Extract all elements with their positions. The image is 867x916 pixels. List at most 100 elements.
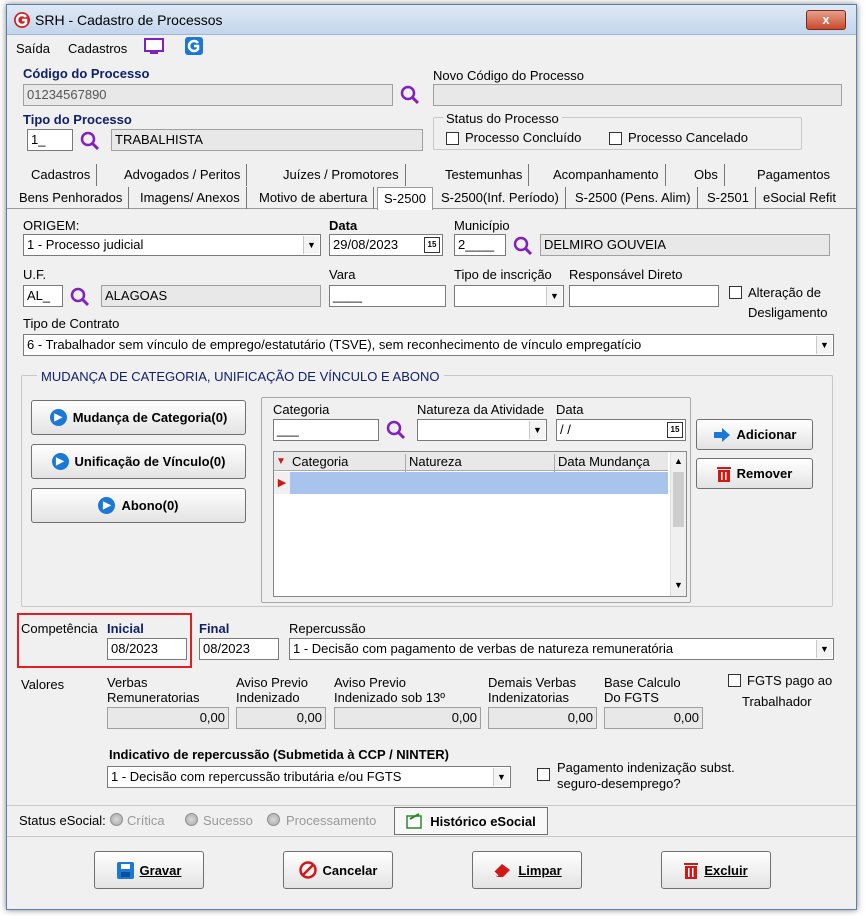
cancelar-button[interactable]: Cancelar (283, 851, 393, 889)
mudanca-data-label: Data (556, 402, 584, 417)
categoria-input[interactable]: ___ (273, 419, 379, 441)
calendar-icon[interactable]: 15 (424, 237, 440, 253)
search-icon[interactable] (399, 84, 421, 106)
search-icon[interactable] (385, 419, 407, 441)
grid-header-categoria[interactable]: Categoria (292, 454, 348, 469)
excluir-button[interactable]: Excluir (661, 851, 771, 889)
tab-bens-penhorados[interactable]: Bens Penhorados (13, 187, 130, 209)
scroll-up-icon[interactable]: ▲ (674, 456, 683, 466)
menu-saida[interactable]: Saída (16, 41, 50, 56)
natureza-atividade-select[interactable]: ▼ (417, 419, 547, 441)
tab-motivo-abertura[interactable]: Motivo de abertura (253, 187, 375, 209)
final-input[interactable]: 08/2023 (199, 638, 279, 660)
vara-input[interactable]: ____ (329, 285, 446, 307)
sucesso-radio[interactable] (185, 813, 198, 826)
codigo-input[interactable]: 01234567890 (23, 84, 393, 106)
status-esocial-label: Status eSocial: (19, 813, 106, 828)
historico-esocial-button[interactable]: Histórico eSocial (394, 807, 548, 835)
repercussao-value: 1 - Decisão com pagamento de verbas de n… (293, 641, 674, 656)
tipo-processo-code[interactable]: 1_ (27, 129, 73, 151)
tab-esocial-refit[interactable]: eSocial Refit (757, 187, 842, 209)
unificacao-vinculo-button[interactable]: ▶ Unificação de Vínculo(0) (31, 444, 246, 479)
excluir-label: Excluir (704, 862, 748, 878)
data-label: Data (329, 218, 358, 233)
fgts-pago-checkbox[interactable] (728, 674, 741, 687)
abono-label: Abono(0) (121, 498, 179, 513)
origem-select[interactable]: 1 - Processo judicial ▼ (23, 234, 321, 256)
municipio-code[interactable]: 2____ (454, 234, 506, 256)
monitor-icon[interactable] (144, 38, 164, 56)
remover-button[interactable]: Remover (696, 458, 813, 489)
tab-obs[interactable]: Obs (688, 164, 725, 186)
uf-code[interactable]: AL_ (23, 285, 63, 307)
calendar-icon[interactable]: 15 (667, 422, 683, 438)
tab-testemunhas[interactable]: Testemunhas (439, 164, 530, 186)
app-g-icon[interactable] (185, 37, 203, 55)
inicial-input[interactable]: 08/2023 (107, 638, 187, 660)
mudanca-grid[interactable]: ▼ Categoria Natureza Data Mundança ▶ ▲ ▼ (273, 451, 687, 597)
alteracao-desligamento-checkbox[interactable] (729, 286, 742, 299)
categoria-label: Categoria (273, 402, 330, 417)
mudanca-data-input[interactable]: / / 15 (556, 419, 686, 441)
chevron-down-icon: ▼ (816, 640, 832, 658)
processo-concluido-checkbox[interactable] (446, 132, 459, 145)
tab-s2500-pens-alim[interactable]: S-2500 (Pens. Alim) (569, 187, 698, 209)
remover-label: Remover (736, 466, 793, 481)
alteracao-label-2: Desligamento (748, 305, 828, 320)
mudanca-data-value: / / (560, 422, 571, 437)
title-bar: SRH - Cadastro de Processos x (7, 5, 856, 35)
processo-cancelado-checkbox[interactable] (609, 132, 622, 145)
scroll-down-icon[interactable]: ▼ (674, 580, 683, 590)
search-icon[interactable] (69, 286, 91, 308)
aviso-previo-13-input[interactable]: 0,00 (334, 707, 481, 729)
abono-button[interactable]: ▶ Abono(0) (31, 488, 246, 523)
trash-icon (716, 466, 731, 482)
base-calculo-input[interactable]: 0,00 (604, 707, 703, 729)
demais-verbas-l1: Demais Verbas (488, 675, 577, 690)
data-input[interactable]: 29/08/2023 15 (329, 234, 443, 256)
processamento-radio[interactable] (267, 813, 280, 826)
responsavel-input[interactable] (569, 285, 719, 307)
competencia-label: Competência (21, 621, 98, 636)
tab-acompanhamento[interactable]: Acompanhamento (547, 164, 666, 186)
tipo-contrato-select[interactable]: 6 - Trabalhador sem vínculo de emprego/e… (23, 334, 834, 356)
chevron-down-icon: ▼ (546, 287, 562, 305)
tab-juizes[interactable]: Juízes / Promotores (277, 164, 406, 186)
menu-cadastros[interactable]: Cadastros (68, 41, 127, 56)
grid-selected-row[interactable]: ▶ (274, 472, 668, 494)
grid-header-data[interactable]: Data Mundança (554, 454, 650, 473)
scroll-thumb[interactable] (673, 472, 684, 527)
verbas-remuneratorias-input[interactable]: 0,00 (107, 707, 229, 729)
tipo-inscricao-select[interactable]: ▼ (454, 285, 564, 307)
close-button[interactable]: x (806, 10, 846, 30)
grid-header-natureza[interactable]: Natureza (405, 454, 462, 473)
grid-scrollbar[interactable]: ▲ ▼ (670, 452, 686, 596)
repercussao-select[interactable]: 1 - Decisão com pagamento de verbas de n… (289, 638, 834, 660)
gravar-button[interactable]: Gravar (94, 851, 204, 889)
limpar-button[interactable]: Limpar (472, 851, 582, 889)
tab-advogados[interactable]: Advogados / Peritos (118, 164, 248, 186)
tab-cadastros[interactable]: Cadastros (25, 164, 98, 186)
mudanca-categoria-button[interactable]: ▶ Mudança de Categoria(0) (31, 400, 246, 435)
cancelar-label: Cancelar (322, 862, 378, 878)
processamento-label: Processamento (286, 813, 377, 828)
tab-s2500[interactable]: S-2500 (377, 187, 433, 210)
main-window: SRH - Cadastro de Processos x Saída Cada… (6, 4, 857, 910)
trash-icon (684, 862, 699, 879)
tab-s2500-inf-periodo[interactable]: S-2500(Inf. Período) (435, 187, 566, 209)
cancel-icon (298, 861, 317, 879)
tab-pagamentos[interactable]: Pagamentos (751, 164, 836, 186)
search-icon[interactable] (512, 235, 534, 257)
tipo-contrato-value: 6 - Trabalhador sem vínculo de emprego/e… (27, 337, 642, 352)
critica-radio[interactable] (110, 813, 123, 826)
aviso-previo-input[interactable]: 0,00 (236, 707, 326, 729)
pagamento-indenizacao-checkbox[interactable] (537, 768, 550, 781)
tab-s2501[interactable]: S-2501 (701, 187, 756, 209)
demais-verbas-input[interactable]: 0,00 (488, 707, 597, 729)
arrow-right-icon (713, 427, 730, 442)
novo-codigo-input[interactable] (433, 84, 842, 106)
tab-imagens-anexos[interactable]: Imagens/ Anexos (134, 187, 247, 209)
search-icon[interactable] (79, 130, 101, 152)
adicionar-button[interactable]: Adicionar (696, 419, 813, 450)
indicativo-select[interactable]: 1 - Decisão com repercussão tributária e… (107, 766, 511, 788)
